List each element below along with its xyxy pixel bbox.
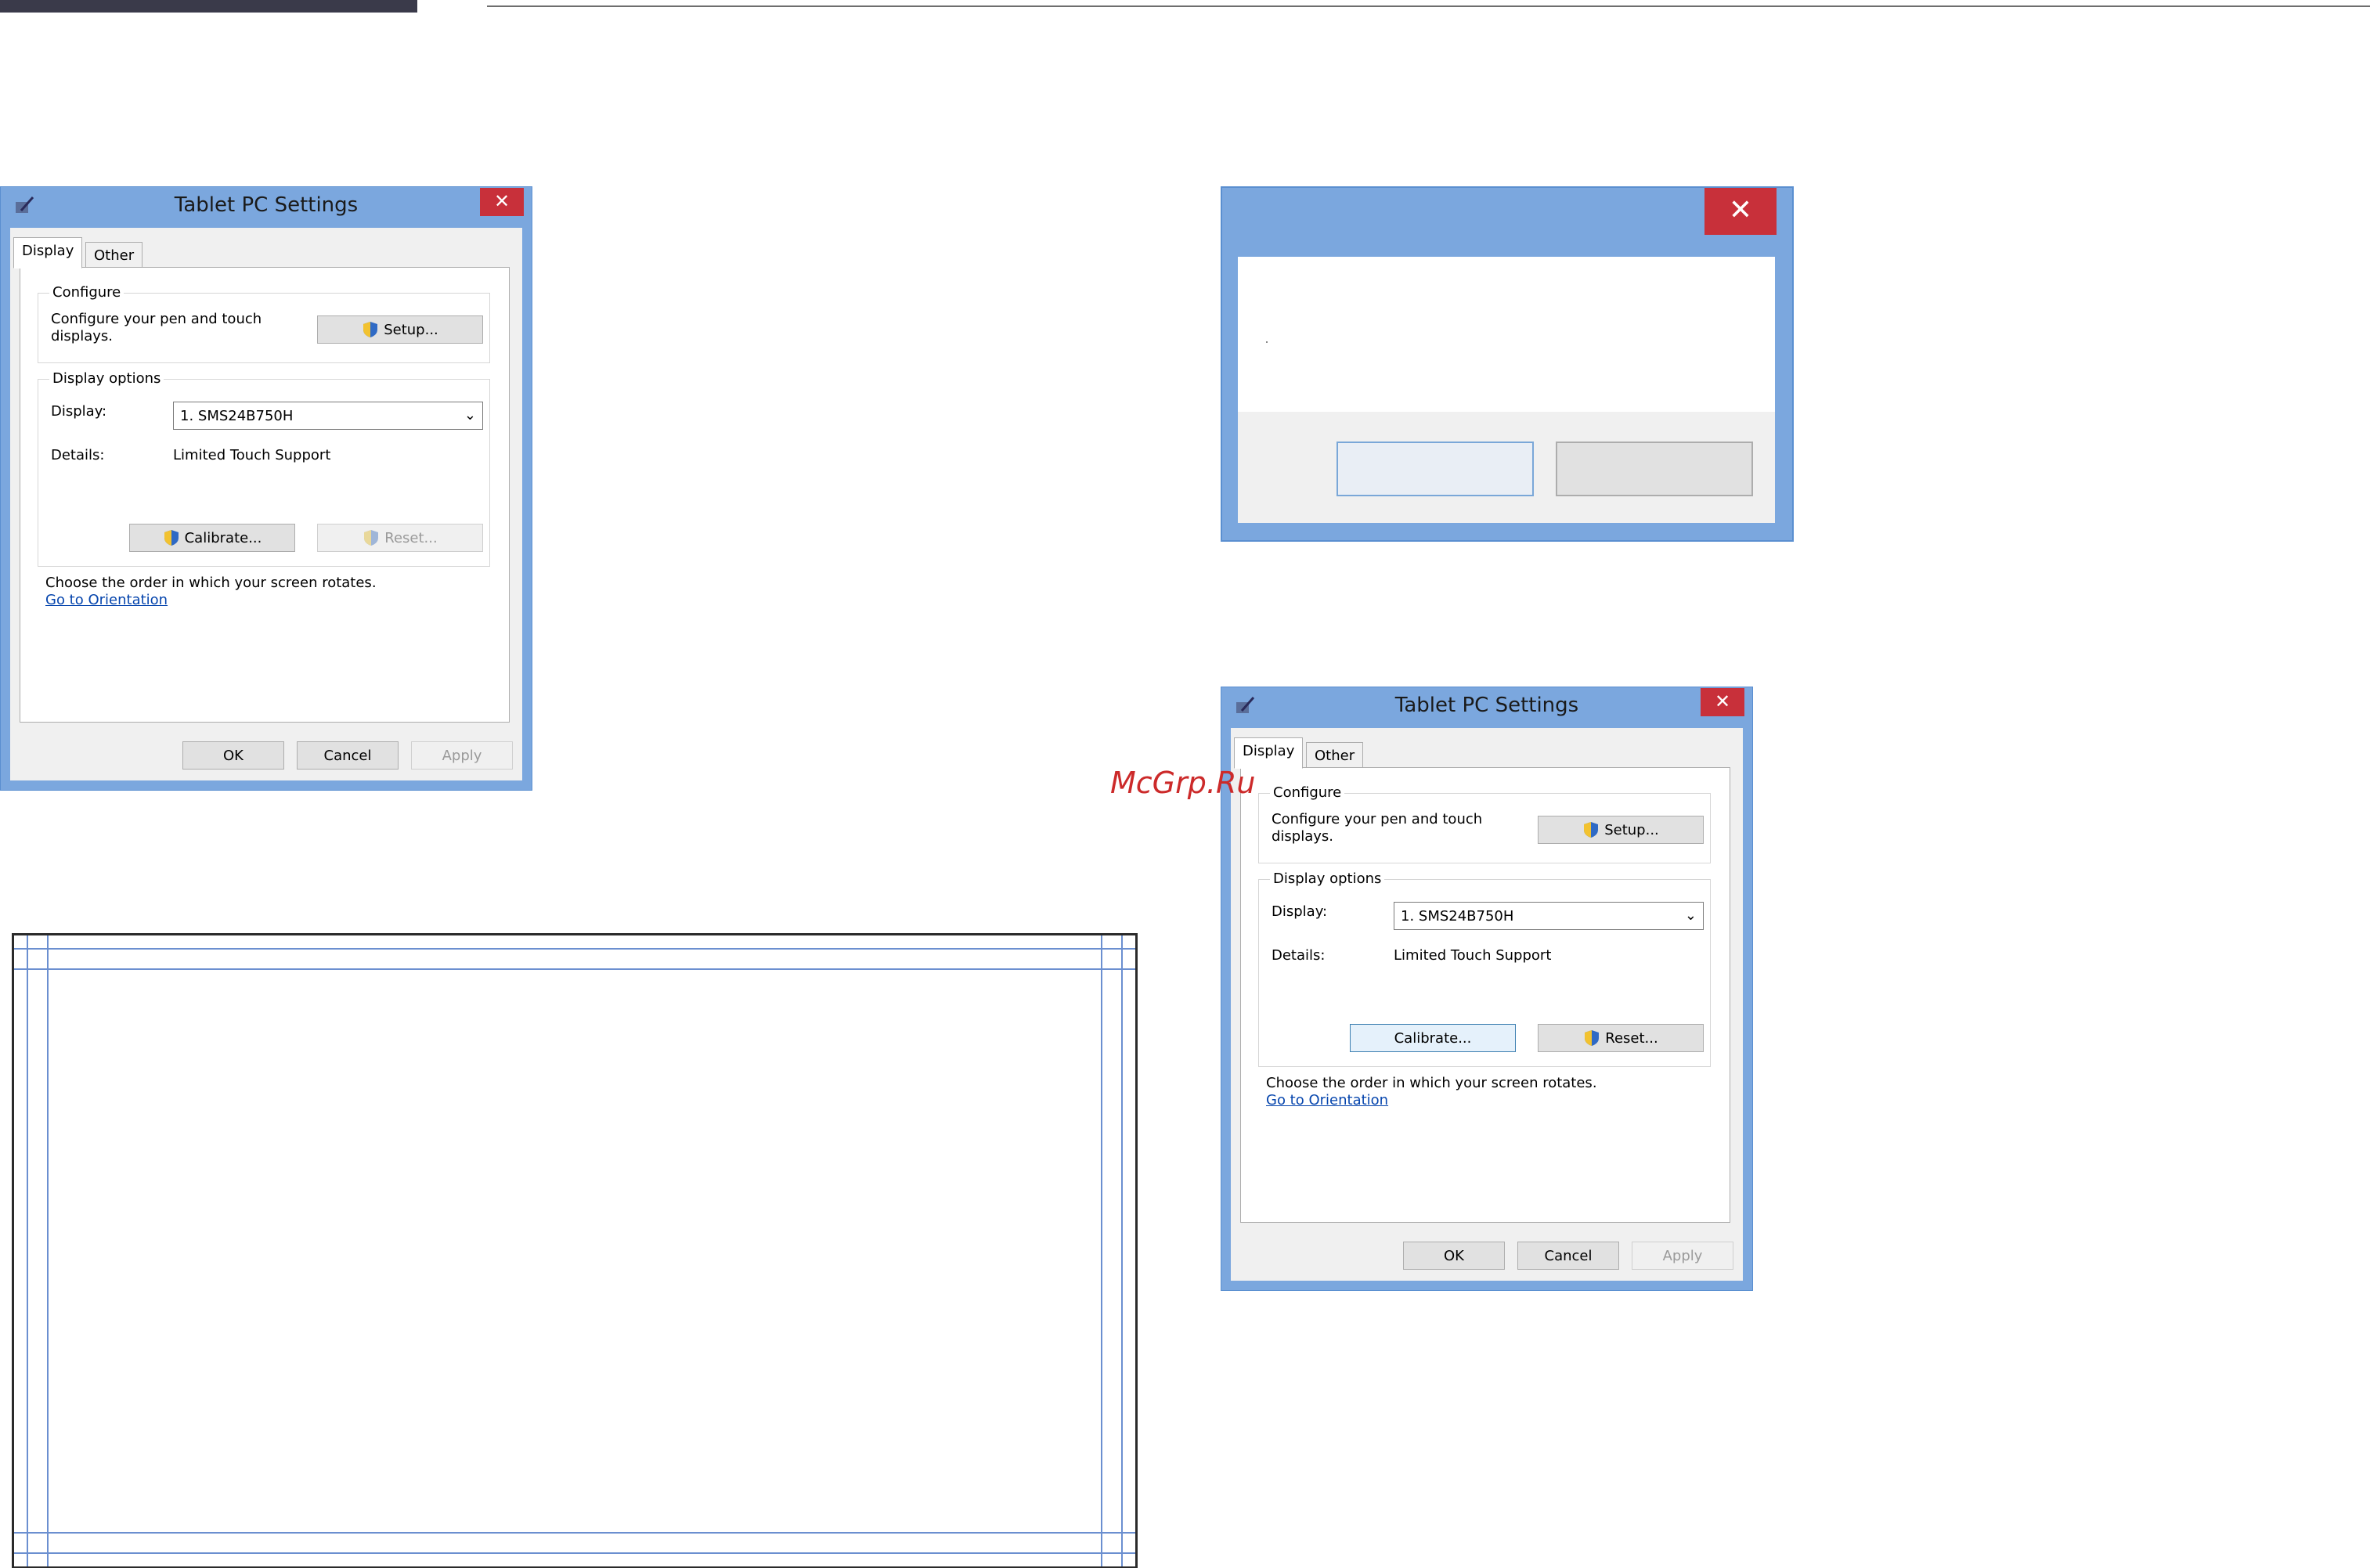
display-select[interactable]: 1. SMS24B750H ⌄ <box>173 402 483 430</box>
tablet-settings-window-1: Tablet PC Settings ✕ Display Other Confi… <box>0 186 532 791</box>
tablet-settings-window-2: Tablet PC Settings ✕ Display Other Confi… <box>1221 687 1753 1291</box>
details-label: Details: <box>51 447 105 463</box>
uac-shield-icon <box>164 530 179 546</box>
configure-desc-1: Configure your pen and touch <box>1272 811 1483 827</box>
close-button[interactable]: ✕ <box>1701 688 1744 716</box>
watermark: McGrp.Ru <box>1110 766 1256 800</box>
display-label: Display: <box>1272 903 1328 920</box>
guide-line-right-1 <box>1101 935 1102 1566</box>
configure-desc-2: displays. <box>1272 828 1334 845</box>
configure-desc-2: displays. <box>51 328 114 344</box>
close-button[interactable]: ✕ <box>480 188 524 216</box>
dialog-secondary-button[interactable] <box>1556 442 1753 496</box>
window-client: Display Other Configure Configure your p… <box>1231 728 1743 1281</box>
reset-button[interactable]: Reset... <box>1538 1024 1704 1052</box>
details-label: Details: <box>1272 947 1326 964</box>
guide-line-top-1 <box>14 948 1135 950</box>
dialog-close-button[interactable]: ✕ <box>1704 188 1777 235</box>
close-icon: ✕ <box>493 190 510 212</box>
chevron-down-icon: ⌄ <box>1684 907 1697 924</box>
display-label: Display: <box>51 403 107 420</box>
window-client: Display Other Configure Configure your p… <box>10 228 522 780</box>
calibrate-button[interactable]: Calibrate... <box>1350 1024 1516 1052</box>
setup-label: Setup... <box>384 321 438 338</box>
tablet-pen-icon <box>1236 697 1255 713</box>
guide-line-right-2 <box>1121 935 1123 1566</box>
configure-group: Configure Configure your pen and touch d… <box>1258 784 1711 863</box>
apply-button[interactable]: Apply <box>411 741 513 770</box>
close-icon: ✕ <box>1714 690 1731 712</box>
uac-shield-icon <box>1585 1030 1600 1046</box>
tab-display[interactable]: Display <box>13 237 83 269</box>
uac-shield-icon <box>1584 822 1599 838</box>
calibrate-label: Calibrate... <box>184 529 262 546</box>
uac-shield-icon <box>363 322 378 337</box>
guide-line-left-2 <box>47 935 49 1566</box>
orientation-text: Choose the order in which your screen ro… <box>45 575 377 591</box>
calibrate-label: Calibrate... <box>1394 1029 1472 1047</box>
details-value: Limited Touch Support <box>1394 947 1552 964</box>
details-value: Limited Touch Support <box>173 447 331 463</box>
ok-button[interactable]: OK <box>1403 1242 1505 1270</box>
guide-line-bottom-2 <box>14 1552 1135 1554</box>
configure-desc-1: Configure your pen and touch <box>51 311 262 327</box>
window-title: Tablet PC Settings <box>174 193 359 217</box>
orientation-text: Choose the order in which your screen ro… <box>1266 1075 1597 1091</box>
dialog-text-placeholder <box>1266 341 1268 343</box>
configure-group: Configure Configure your pen and touch d… <box>38 284 490 363</box>
configure-legend: Configure <box>49 284 124 301</box>
reset-label: Reset... <box>1605 1029 1658 1047</box>
guide-line-left-1 <box>27 935 28 1566</box>
setup-button[interactable]: Setup... <box>317 315 483 344</box>
dialog-footer <box>1238 412 1775 523</box>
chevron-down-icon: ⌄ <box>464 407 476 424</box>
apply-button[interactable]: Apply <box>1632 1242 1733 1270</box>
display-select[interactable]: 1. SMS24B750H ⌄ <box>1394 902 1704 930</box>
uac-shield-icon <box>364 530 379 546</box>
tab-other[interactable]: Other <box>85 242 143 269</box>
page-header-rule <box>487 5 2370 7</box>
display-options-legend: Display options <box>1270 871 1385 887</box>
display-tab-panel: Configure Configure your pen and touch d… <box>20 267 510 723</box>
close-icon: ✕ <box>1728 194 1753 226</box>
display-options-group: Display options Display: 1. SMS24B750H ⌄… <box>1258 871 1711 1067</box>
calibrate-button[interactable]: Calibrate... <box>129 524 295 552</box>
display-value: 1. SMS24B750H <box>1401 907 1514 925</box>
setup-button[interactable]: Setup... <box>1538 816 1704 844</box>
reset-label: Reset... <box>384 529 438 546</box>
display-options-group: Display options Display: 1. SMS24B750H ⌄… <box>38 370 490 567</box>
display-value: 1. SMS24B750H <box>180 407 294 424</box>
ok-button[interactable]: OK <box>182 741 284 770</box>
tab-other[interactable]: Other <box>1306 742 1364 769</box>
screen-illustration <box>12 933 1138 1568</box>
tab-display[interactable]: Display <box>1234 737 1304 769</box>
setup-label: Setup... <box>1604 821 1659 838</box>
guide-line-bottom-1 <box>14 1532 1135 1534</box>
blank-dialog: ✕ <box>1221 186 1794 542</box>
dialog-content <box>1238 257 1775 412</box>
dialog-primary-button[interactable] <box>1337 442 1534 496</box>
window-title: Tablet PC Settings <box>1394 694 1579 717</box>
cancel-button[interactable]: Cancel <box>1517 1242 1619 1270</box>
page-header-tab <box>0 0 417 13</box>
guide-line-top-2 <box>14 968 1135 970</box>
display-tab-panel: Configure Configure your pen and touch d… <box>1240 767 1730 1223</box>
tablet-pen-icon <box>16 196 34 213</box>
reset-button[interactable]: Reset... <box>317 524 483 552</box>
orientation-link[interactable]: Go to Orientation <box>45 592 168 608</box>
configure-legend: Configure <box>1270 784 1345 801</box>
cancel-button[interactable]: Cancel <box>297 741 399 770</box>
display-options-legend: Display options <box>49 370 164 387</box>
orientation-link[interactable]: Go to Orientation <box>1266 1092 1388 1108</box>
